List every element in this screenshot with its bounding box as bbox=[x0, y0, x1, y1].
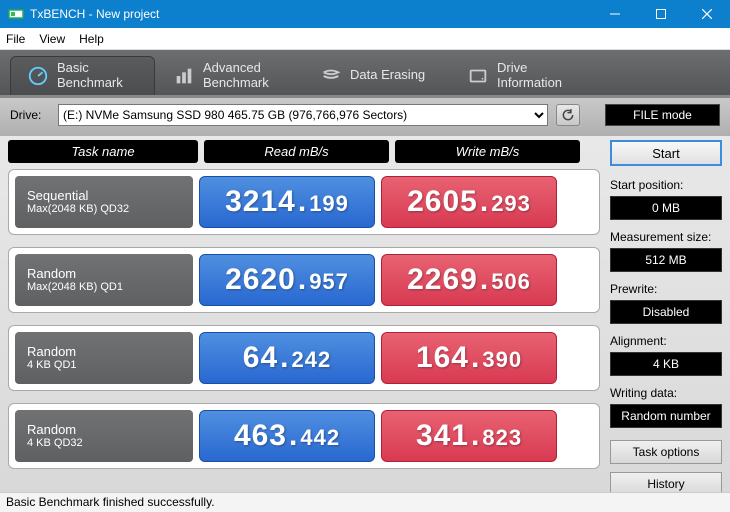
menu-file[interactable]: File bbox=[6, 32, 25, 46]
task-name: Random bbox=[27, 266, 181, 282]
task-params: Max(2048 KB) QD1 bbox=[27, 281, 181, 294]
file-mode-button[interactable]: FILE mode bbox=[605, 104, 720, 126]
header-read: Read mB/s bbox=[204, 140, 389, 163]
task-cell[interactable]: RandomMax(2048 KB) QD1 bbox=[15, 254, 193, 306]
task-name: Random bbox=[27, 422, 181, 438]
header-write: Write mB/s bbox=[395, 140, 580, 163]
side-panel: Start Start position: 0 MB Measurement s… bbox=[600, 140, 722, 496]
task-params: 4 KB QD32 bbox=[27, 437, 181, 450]
start-button[interactable]: Start bbox=[610, 140, 722, 166]
drive-label: Drive: bbox=[10, 108, 50, 122]
alignment-value[interactable]: 4 KB bbox=[610, 352, 722, 376]
tab-label: Drive Information bbox=[497, 61, 562, 91]
drive-icon bbox=[467, 65, 489, 87]
result-row: Random4 KB QD164.242164.390 bbox=[8, 325, 600, 391]
prewrite-label: Prewrite: bbox=[610, 282, 722, 296]
app-icon bbox=[8, 6, 24, 22]
drive-select[interactable]: (E:) NVMe Samsung SSD 980 465.75 GB (976… bbox=[58, 104, 548, 126]
tab-advanced-benchmark[interactable]: Advanced Benchmark bbox=[157, 56, 302, 95]
results-panel: Task name Read mB/s Write mB/s Sequentia… bbox=[8, 140, 600, 496]
tabbar: Basic Benchmark Advanced Benchmark Data … bbox=[0, 50, 730, 98]
measurement-size-value[interactable]: 512 MB bbox=[610, 248, 722, 272]
task-params: Max(2048 KB) QD32 bbox=[27, 203, 181, 216]
maximize-button[interactable] bbox=[638, 0, 684, 28]
result-row: Random4 KB QD32463.442341.823 bbox=[8, 403, 600, 469]
write-value: 341.823 bbox=[381, 410, 557, 462]
read-value: 2620.957 bbox=[199, 254, 375, 306]
refresh-button[interactable] bbox=[556, 104, 580, 126]
header-task: Task name bbox=[8, 140, 198, 163]
task-name: Sequential bbox=[27, 188, 181, 204]
menu-help[interactable]: Help bbox=[79, 32, 104, 46]
window-title: TxBENCH - New project bbox=[30, 7, 592, 21]
read-value: 64.242 bbox=[199, 332, 375, 384]
tab-basic-benchmark[interactable]: Basic Benchmark bbox=[10, 56, 155, 95]
menubar: File View Help bbox=[0, 28, 730, 50]
titlebar: TxBENCH - New project bbox=[0, 0, 730, 28]
read-value: 463.442 bbox=[199, 410, 375, 462]
prewrite-value[interactable]: Disabled bbox=[610, 300, 722, 324]
close-button[interactable] bbox=[684, 0, 730, 28]
tab-label: Data Erasing bbox=[350, 68, 425, 83]
writing-data-value[interactable]: Random number bbox=[610, 404, 722, 428]
write-value: 164.390 bbox=[381, 332, 557, 384]
erase-icon bbox=[320, 65, 342, 87]
status-bar: Basic Benchmark finished successfully. bbox=[0, 492, 730, 512]
read-value: 3214.199 bbox=[199, 176, 375, 228]
write-value: 2605.293 bbox=[381, 176, 557, 228]
task-params: 4 KB QD1 bbox=[27, 359, 181, 372]
write-value: 2269.506 bbox=[381, 254, 557, 306]
measurement-size-label: Measurement size: bbox=[610, 230, 722, 244]
result-row: RandomMax(2048 KB) QD12620.9572269.506 bbox=[8, 247, 600, 313]
start-position-label: Start position: bbox=[610, 178, 722, 192]
tab-data-erasing[interactable]: Data Erasing bbox=[304, 56, 449, 95]
task-name: Random bbox=[27, 344, 181, 360]
task-cell[interactable]: SequentialMax(2048 KB) QD32 bbox=[15, 176, 193, 228]
task-cell[interactable]: Random4 KB QD1 bbox=[15, 332, 193, 384]
refresh-icon bbox=[561, 108, 575, 122]
minimize-button[interactable] bbox=[592, 0, 638, 28]
alignment-label: Alignment: bbox=[610, 334, 722, 348]
drive-toolbar: Drive: (E:) NVMe Samsung SSD 980 465.75 … bbox=[0, 98, 730, 136]
menu-view[interactable]: View bbox=[39, 32, 65, 46]
tab-drive-information[interactable]: Drive Information bbox=[451, 56, 596, 95]
writing-data-label: Writing data: bbox=[610, 386, 722, 400]
task-cell[interactable]: Random4 KB QD32 bbox=[15, 410, 193, 462]
task-options-button[interactable]: Task options bbox=[610, 440, 722, 464]
tab-label: Basic Benchmark bbox=[57, 61, 123, 91]
tab-label: Advanced Benchmark bbox=[203, 61, 269, 91]
gauge-icon bbox=[27, 65, 49, 87]
start-position-value[interactable]: 0 MB bbox=[610, 196, 722, 220]
result-row: SequentialMax(2048 KB) QD323214.1992605.… bbox=[8, 169, 600, 235]
bars-icon bbox=[173, 65, 195, 87]
